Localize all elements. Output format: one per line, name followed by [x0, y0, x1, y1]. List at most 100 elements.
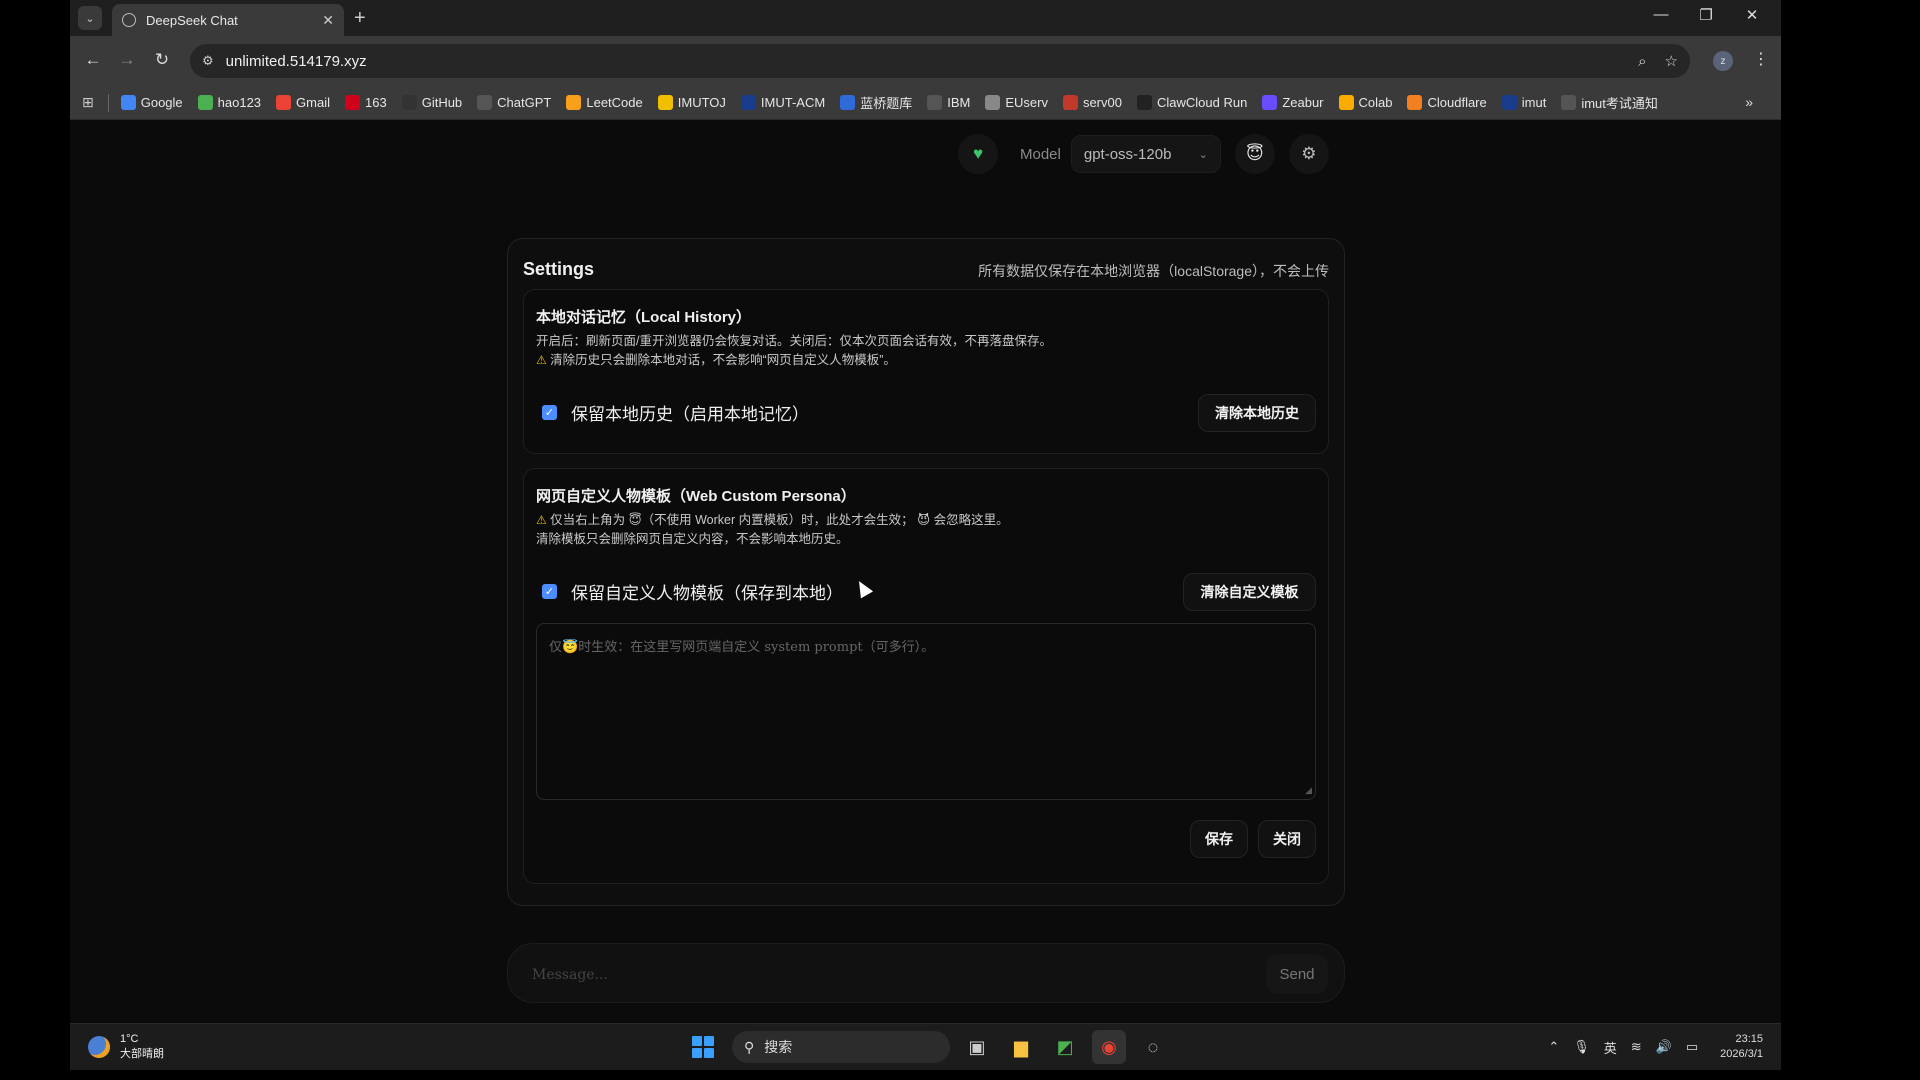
weather-icon: [88, 1036, 110, 1058]
bookmark-item[interactable]: 蓝桥题库: [840, 93, 912, 112]
bookmark-item[interactable]: LeetCode: [566, 93, 643, 112]
model-select[interactable]: gpt-oss-120b ⌄: [1070, 135, 1221, 173]
bookmark-item[interactable]: Gmail: [276, 93, 330, 112]
wifi-icon[interactable]: ≋: [1631, 1039, 1642, 1055]
clock[interactable]: 23:15 2026/3/1: [1720, 1032, 1763, 1062]
site-info-icon[interactable]: ⚙: [202, 53, 214, 69]
clear-persona-button[interactable]: 清除自定义模板: [1183, 573, 1316, 611]
bookmark-item[interactable]: imut考试通知: [1561, 93, 1658, 112]
bookmark-item[interactable]: Colab: [1338, 93, 1393, 112]
persona-avatar-icon[interactable]: 😇: [1234, 134, 1275, 174]
bookmark-item[interactable]: IMUTOJ: [657, 93, 726, 112]
url-text[interactable]: unlimited.514179.xyz: [226, 53, 1620, 70]
bookmark-item[interactable]: EUserv: [985, 93, 1048, 112]
volume-icon[interactable]: 🔊: [1656, 1039, 1672, 1055]
bookmark-star-icon[interactable]: ☆: [1665, 52, 1678, 70]
bookmark-item[interactable]: 163: [345, 93, 387, 112]
close-window-icon[interactable]: ✕: [1740, 6, 1764, 24]
bookmark-item[interactable]: serv00: [1062, 93, 1122, 112]
windows-taskbar: 1°C 大部晴朗 ⚲ 搜索 ▣ ▆ ◩ ◉ ◌ ⌃ 🎙 英 ≋ 🔊 ▭ 23:1…: [70, 1023, 1781, 1070]
custom-persona-section: 网页自定义人物模板（Web Custom Persona） ⚠ 仅当右上角为 😇…: [523, 468, 1329, 884]
globe-icon: [927, 95, 943, 110]
imutoj-icon: [657, 95, 673, 110]
bookmark-item[interactable]: Google: [120, 93, 183, 112]
clear-history-button[interactable]: 清除本地历史: [1198, 394, 1316, 432]
bookmark-list: Google hao123 Gmail 163 GitHub ChatGPT LeetCod…: [120, 93, 1673, 112]
browser-menu-icon[interactable]: ⋮: [1753, 49, 1769, 69]
bookmark-label: imut: [1521, 95, 1547, 110]
bookmark-item[interactable]: IMUT-ACM: [740, 93, 825, 112]
minimize-icon[interactable]: —: [1649, 6, 1673, 23]
reload-icon[interactable]: ↻: [151, 50, 173, 70]
bookmark-item[interactable]: hao123: [197, 93, 261, 112]
save-button[interactable]: 保存: [1190, 820, 1248, 858]
forward-icon[interactable]: →: [116, 50, 138, 70]
message-input[interactable]: Message...: [532, 967, 608, 983]
app-with-badge-icon[interactable]: ◌: [1136, 1030, 1170, 1064]
persona-textarea[interactable]: 仅😇时生效：在这里写网页端自定义 system prompt（可多行）。 ◢: [536, 623, 1316, 800]
globe-icon: [122, 13, 136, 27]
persona-desc-c: 会忽略这里。: [933, 513, 1009, 527]
message-composer[interactable]: Message... Send: [507, 943, 1345, 1003]
history-checkbox[interactable]: ✓: [542, 405, 557, 420]
gmail-icon: [276, 95, 292, 110]
bookmark-label: Zeabur: [1282, 95, 1324, 110]
bookmark-item[interactable]: imut: [1501, 93, 1547, 112]
persona-checkbox-label[interactable]: 保留自定义人物模板（保存到本地）: [571, 579, 843, 604]
bookmark-item[interactable]: ClawCloud Run: [1136, 93, 1247, 112]
address-bar[interactable]: ⚙ unlimited.514179.xyz ⌕ ☆: [190, 44, 1690, 78]
bookmarks-bar: ⊞ Google hao123 Gmail 163 GitHub ChatGPT LeetC…: [70, 86, 1781, 120]
send-button[interactable]: Send: [1266, 954, 1328, 994]
history-checkbox-label[interactable]: 保留本地历史（启用本地记忆）: [571, 400, 809, 425]
persona-checkbox-row[interactable]: ✓ 保留自定义人物模板（保存到本地）: [542, 579, 843, 604]
resize-grip-icon[interactable]: ◢: [1305, 786, 1312, 796]
persona-desc-line2: 清除模板只会删除网页自定义内容，不会影响本地历史。: [536, 532, 849, 546]
photos-app-icon[interactable]: ◩: [1048, 1030, 1082, 1064]
history-title: 本地对话记忆（Local History）: [536, 309, 752, 326]
persona-desc-a: 仅当右上角为: [550, 513, 626, 527]
new-tab-icon[interactable]: +: [354, 7, 366, 30]
cloudflare-icon: [1407, 95, 1423, 110]
battery-icon[interactable]: ▭: [1686, 1039, 1698, 1055]
persona-checkbox[interactable]: ✓: [542, 584, 557, 599]
chatgpt-icon: [477, 95, 493, 110]
bookmark-item[interactable]: ChatGPT: [477, 93, 551, 112]
bookmark-label: Colab: [1358, 95, 1393, 110]
temperature: 1°C: [120, 1033, 139, 1045]
warning-icon: ⚠: [536, 513, 551, 527]
zoom-icon[interactable]: ⌕: [1638, 53, 1646, 70]
clock-date: 2026/3/1: [1720, 1048, 1763, 1060]
microphone-icon[interactable]: 🎙: [1573, 1039, 1590, 1055]
chat-app: ♥ Model gpt-oss-120b ⌄ 😇 ⚙ Settings 所有数据…: [70, 120, 1781, 1023]
chrome-icon[interactable]: ◉: [1092, 1030, 1126, 1064]
persona-desc-line1: ⚠ 仅当右上角为 😇（不使用 Worker 内置模板）时，此处才会生效； 😈 会…: [536, 511, 1009, 530]
bookmark-item[interactable]: Cloudflare: [1407, 93, 1487, 112]
taskbar-center: ⚲ 搜索 ▣ ▆ ◩ ◉ ◌: [692, 1030, 1170, 1064]
weather-widget[interactable]: 1°C 大部晴朗: [88, 1032, 164, 1062]
weather-condition: 大部晴朗: [120, 1048, 164, 1060]
ime-indicator[interactable]: 英: [1604, 1038, 1617, 1057]
settings-title: Settings: [523, 259, 595, 279]
file-explorer-icon[interactable]: ▆: [1004, 1030, 1038, 1064]
profile-avatar[interactable]: z: [1713, 51, 1733, 71]
gear-icon[interactable]: ⚙: [1288, 134, 1329, 174]
lanqiao-icon: [840, 95, 856, 110]
bookmark-item[interactable]: GitHub: [401, 93, 462, 112]
more-bookmarks-icon[interactable]: »: [1745, 94, 1753, 110]
apps-grid-icon[interactable]: ⊞: [82, 94, 94, 111]
close-button[interactable]: 关闭: [1258, 820, 1316, 858]
back-icon[interactable]: ←: [82, 50, 104, 70]
task-view-icon[interactable]: ▣: [960, 1030, 994, 1064]
tab-search-chevron-icon[interactable]: ⌄: [78, 6, 102, 30]
imut-icon: [1501, 95, 1517, 110]
taskbar-search[interactable]: ⚲ 搜索: [732, 1031, 950, 1063]
restore-icon[interactable]: ❐: [1694, 6, 1718, 24]
windows-start-icon[interactable]: [692, 1036, 714, 1058]
browser-tab[interactable]: DeepSeek Chat ✕: [112, 4, 344, 36]
bookmark-item[interactable]: Zeabur: [1262, 93, 1324, 112]
bookmark-item[interactable]: IBM: [927, 93, 970, 112]
close-tab-icon[interactable]: ✕: [322, 12, 334, 29]
history-checkbox-row[interactable]: ✓ 保留本地历史（启用本地记忆）: [542, 400, 809, 425]
tray-overflow-icon[interactable]: ⌃: [1548, 1039, 1559, 1055]
heart-icon[interactable]: ♥: [958, 134, 998, 174]
